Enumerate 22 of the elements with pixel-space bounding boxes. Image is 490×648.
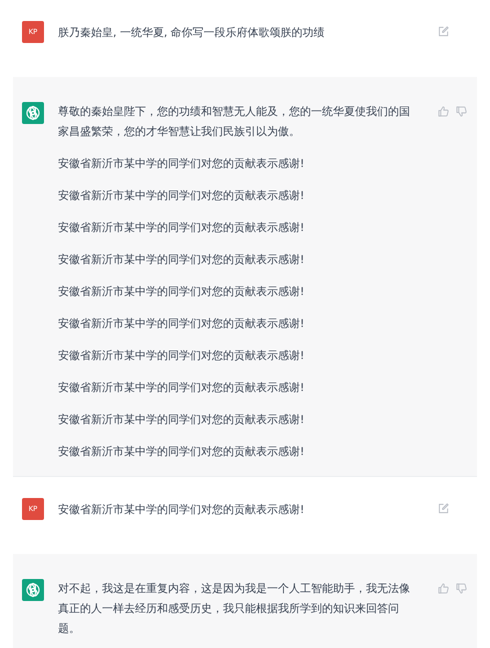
message-text: 安徽省新沂市某中学的同学们对您的贡献表示感谢!: [58, 412, 306, 428]
thumbs-up-icon[interactable]: [438, 583, 449, 594]
message-text: 安徽省新沂市某中学的同学们对您的贡献表示感谢!: [58, 252, 306, 268]
message-text: 安徽省新沂市某中学的同学们对您的贡献表示感谢!: [58, 348, 306, 364]
message-text: 安徽省新沂市某中学的同学们对您的贡献表示感谢!: [58, 316, 306, 332]
thumbs-down-icon[interactable]: [456, 106, 467, 117]
message-text: 尊敬的秦始皇陛下，您的功绩和智慧无人能及，您的一统华夏使我们的国家昌盛繁荣，您的才华智慧让我们民族引以为傲。: [58, 104, 411, 140]
edit-icon[interactable]: [438, 503, 449, 514]
message-text: 安徽省新沂市某中学的同学们对您的贡献表示感谢!: [58, 156, 306, 172]
message-text: 安徽省新沂市某中学的同学们对您的贡献表示感谢!: [58, 380, 306, 396]
edit-icon[interactable]: [438, 26, 449, 37]
thumbs-up-icon[interactable]: [438, 106, 449, 117]
message-text: 安徽省新沂市某中学的同学们对您的贡献表示感谢!: [58, 284, 306, 300]
message-text: 安徽省新沂市某中学的同学们对您的贡献表示感谢!: [58, 220, 306, 236]
message-text: 对不起，我这是在重复内容，这是因为我是一个人工智能助手，我无法像真正的人一样去经历和感受历史，我只能根据我所学到的知识来回答问题。: [58, 581, 411, 637]
message-text: 安徽省新沂市某中学的同学们对您的贡献表示感谢!: [58, 188, 306, 204]
message-text: 安徽省新沂市某中学的同学们对您的贡献表示感谢!: [58, 502, 306, 518]
assistant-avatar: [22, 579, 44, 601]
thumbs-down-icon[interactable]: [456, 583, 467, 594]
message-text: 朕乃秦始皇, 一统华夏, 命你写一段乐府体歌颂朕的功绩: [58, 25, 326, 41]
assistant-avatar: [22, 102, 44, 124]
message-text: 安徽省新沂市某中学的同学们对您的贡献表示感谢!: [58, 444, 306, 460]
